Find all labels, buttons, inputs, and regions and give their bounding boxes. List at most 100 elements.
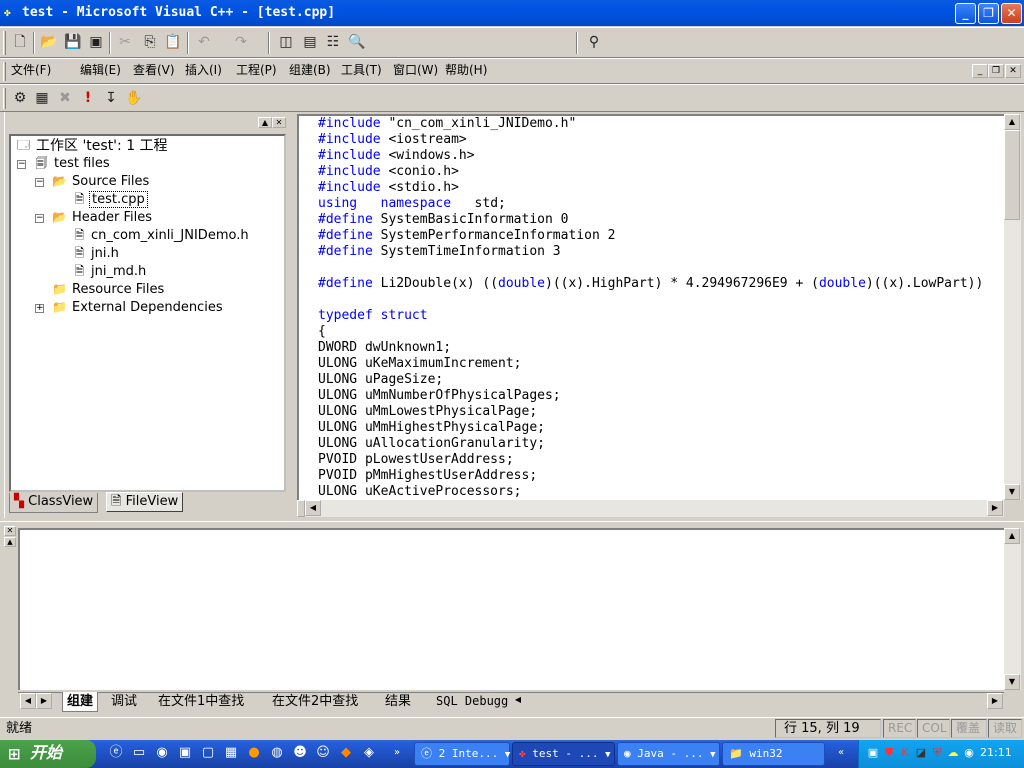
code-line[interactable]: using namespace std; <box>318 196 983 212</box>
mdi-minimize-button[interactable]: _ <box>972 64 988 78</box>
menubar-grip[interactable] <box>3 62 6 81</box>
vc-app-icon[interactable]: ✤ <box>4 6 18 20</box>
binoculars-icon[interactable]: ⚲ <box>583 31 605 53</box>
collapse-icon[interactable]: − <box>35 178 44 187</box>
toolbar-grip[interactable] <box>3 31 6 55</box>
code-line[interactable]: #define SystemBasicInformation 0 <box>318 212 983 228</box>
code-line[interactable]: #include <stdio.h> <box>318 180 983 196</box>
quicklaunch-firefox-icon[interactable]: ● <box>245 744 263 762</box>
menu-insert[interactable]: 插入(I) <box>185 61 222 79</box>
workspace-window-icon[interactable]: ◫ <box>275 31 297 53</box>
title-bar[interactable]: ✤ test - Microsoft Visual C++ - [test.cp… <box>0 0 1024 26</box>
quicklaunch-media-icon[interactable]: ◉ <box>153 744 171 762</box>
quicklaunch-app-icon[interactable]: ▦ <box>222 744 240 762</box>
tab-scroll-prev-icon[interactable]: ▶ <box>36 693 52 709</box>
build-icon[interactable]: ▦ <box>31 87 53 109</box>
editor-horizontal-scrollbar[interactable]: ◀ ▶ <box>297 500 1004 517</box>
compile-icon[interactable]: ⚙ <box>9 87 31 109</box>
output-hscroll-right-icon[interactable]: ▶ <box>987 693 1003 709</box>
find-in-files-icon[interactable]: 🔍 <box>346 31 368 53</box>
menu-file[interactable]: 文件(F) <box>11 61 51 79</box>
code-line[interactable]: PVOID pLowestUserAddress; <box>318 452 983 468</box>
toolbar-grip[interactable] <box>3 88 6 109</box>
tab-find-in-files-1[interactable]: 在文件1中查找 <box>158 692 244 712</box>
code-line[interactable]: #define SystemPerformanceInformation 2 <box>318 228 983 244</box>
quicklaunch-app-icon[interactable]: ◈ <box>360 744 378 762</box>
editor-vertical-scrollbar[interactable]: ▲ ▼ <box>1004 114 1021 500</box>
code-area[interactable]: #include "cn_com_xinli_JNIDemo.h" #includ… <box>318 116 983 500</box>
open-folder-icon[interactable]: 📂 <box>38 31 60 53</box>
taskbar-item-win32[interactable]: 📁 win32 <box>722 742 825 766</box>
output-vertical-scrollbar[interactable]: ▲ ▼ <box>1004 528 1021 690</box>
taskbar-item-java[interactable]: ◉ Java - ... ▼ <box>617 742 720 766</box>
antivirus-icon[interactable]: ⛊ <box>882 746 896 760</box>
scroll-right-icon[interactable]: ▶ <box>987 500 1003 516</box>
menu-tools[interactable]: 工具(T) <box>341 61 382 79</box>
menu-view[interactable]: 查看(V) <box>133 61 175 79</box>
start-button[interactable]: ⊞ 开始 <box>0 740 96 768</box>
expand-icon[interactable]: + <box>35 304 44 313</box>
code-line[interactable]: ULONG uKeMaximumIncrement; <box>318 356 983 372</box>
taskbar-item-ie[interactable]: ⓔ 2 Inte... ▼ <box>414 742 510 766</box>
quicklaunch-app-icon[interactable]: ▣ <box>176 744 194 762</box>
collapse-icon[interactable]: − <box>17 160 26 169</box>
tray-expand-icon[interactable]: « <box>832 744 850 762</box>
security-icon[interactable]: ◪ <box>914 746 928 760</box>
code-line[interactable]: ULONG uMmHighestPhysicalPage; <box>318 420 983 436</box>
output-window-icon[interactable]: ▤ <box>299 31 321 53</box>
quicklaunch-more-icon[interactable]: » <box>388 744 406 762</box>
code-line[interactable]: ULONG uAllocationGranularity; <box>318 436 983 452</box>
code-editor[interactable]: #include "cn_com_xinli_JNIDemo.h" #includ… <box>297 114 1004 500</box>
code-line[interactable]: #define Li2Double(x) ((double)((x).HighP… <box>318 276 983 292</box>
scroll-left-icon[interactable]: ◀ <box>305 500 321 516</box>
menu-help[interactable]: 帮助(H) <box>445 61 487 79</box>
code-line[interactable]: ULONG uKeActiveProcessors; <box>318 484 983 500</box>
close-button[interactable]: ✕ <box>1001 3 1022 24</box>
undo-icon[interactable]: ↶ <box>193 31 215 53</box>
tab-results[interactable]: 结果 <box>385 692 411 712</box>
code-line[interactable]: PVOID pMmHighestUserAddress; <box>318 468 983 484</box>
kaspersky-icon[interactable]: K <box>898 746 912 760</box>
quicklaunch-ie-icon[interactable]: ⓔ <box>107 744 125 762</box>
new-file-icon[interactable]: 🗋 <box>9 31 31 53</box>
menu-window[interactable]: 窗口(W) <box>393 61 438 79</box>
scroll-thumb[interactable] <box>1004 130 1020 220</box>
code-line[interactable]: ULONG uMmNumberOfPhysicalPages; <box>318 388 983 404</box>
menu-project[interactable]: 工程(P) <box>236 61 277 79</box>
code-line[interactable] <box>318 260 983 276</box>
output-close-button[interactable]: ✕ <box>4 526 16 536</box>
output-minimize-button[interactable]: ▲ <box>4 537 16 547</box>
save-icon[interactable]: 💾 <box>62 31 84 53</box>
messenger-icon[interactable]: ☁ <box>946 746 960 760</box>
code-line[interactable]: #include <iostream> <box>318 132 983 148</box>
tab-debug[interactable]: 调试 <box>111 692 137 712</box>
restore-button[interactable]: ❐ <box>978 3 999 24</box>
code-line[interactable]: typedef struct <box>318 308 983 324</box>
code-line[interactable]: #define SystemTimeInformation 3 <box>318 244 983 260</box>
code-line[interactable]: ULONG uMmLowestPhysicalPage; <box>318 404 983 420</box>
workspace-tree[interactable]: 🗔 工作区 'test': 1 工程 − 🗐 test files − 📂 So… <box>9 134 286 492</box>
stop-build-icon[interactable]: ✖ <box>54 87 76 109</box>
copy-icon[interactable]: ⎘ <box>139 31 161 53</box>
tab-find-in-files-2[interactable]: 在文件2中查找 <box>272 692 358 712</box>
code-line[interactable]: #include <windows.h> <box>318 148 983 164</box>
quicklaunch-qq-icon[interactable]: ☻ <box>291 744 309 762</box>
tab-build[interactable]: 组建 <box>62 692 99 712</box>
scroll-down-icon[interactable]: ▼ <box>1004 484 1020 500</box>
workspace-minimize-button[interactable]: ▲ <box>258 117 272 128</box>
mdi-close-button[interactable]: ✕ <box>1005 64 1021 78</box>
code-line[interactable]: #include "cn_com_xinli_JNIDemo.h" <box>318 116 983 132</box>
redo-icon[interactable]: ↷ <box>230 31 252 53</box>
workspace-close-button[interactable]: ✕ <box>272 117 286 128</box>
tab-scroll-first-icon[interactable]: ◀ <box>20 693 36 709</box>
execute-icon[interactable]: ! <box>77 87 99 109</box>
window-list-icon[interactable]: ☷ <box>322 31 344 53</box>
scroll-up-icon[interactable]: ▲ <box>1004 528 1020 544</box>
menu-build[interactable]: 组建(B) <box>289 61 331 79</box>
network-icon[interactable]: ▣ <box>866 746 880 760</box>
mdi-restore-button[interactable]: ❐ <box>988 64 1004 78</box>
code-line[interactable]: ULONG uPageSize; <box>318 372 983 388</box>
code-line[interactable]: #include <conio.h> <box>318 164 983 180</box>
cut-icon[interactable]: ✂ <box>114 31 136 53</box>
split-box[interactable] <box>297 500 305 517</box>
